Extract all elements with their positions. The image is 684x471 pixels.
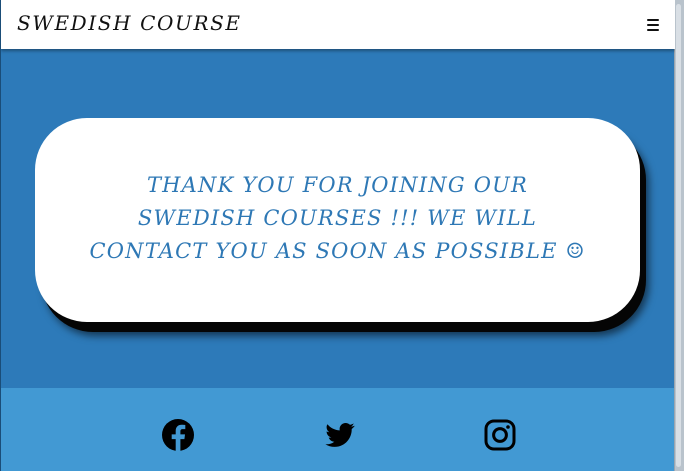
instagram-link[interactable] bbox=[483, 418, 517, 452]
hamburger-menu-icon-middle bbox=[647, 24, 659, 26]
facebook-icon bbox=[162, 419, 194, 451]
scrollbar-thumb[interactable] bbox=[676, 4, 681, 467]
vertical-scrollbar[interactable] bbox=[674, 0, 684, 471]
hamburger-menu-icon bbox=[647, 19, 659, 21]
page-frame: SWEDISH COURSE THANK YOU FOR JOINING OUR… bbox=[0, 0, 675, 471]
main-content: THANK YOU FOR JOINING OUR SWEDISH COURSE… bbox=[1, 49, 675, 388]
facebook-link[interactable] bbox=[161, 418, 195, 452]
hamburger-menu-icon-bottom bbox=[647, 29, 659, 31]
twitter-link[interactable] bbox=[323, 418, 357, 452]
instagram-icon bbox=[484, 419, 516, 451]
menu-button[interactable] bbox=[645, 17, 661, 33]
thank-you-card: THANK YOU FOR JOINING OUR SWEDISH COURSE… bbox=[35, 118, 640, 322]
footer bbox=[1, 388, 675, 471]
twitter-icon bbox=[325, 423, 355, 447]
navbar: SWEDISH COURSE bbox=[1, 0, 675, 49]
thank-you-message: THANK YOU FOR JOINING OUR SWEDISH COURSE… bbox=[89, 172, 586, 263]
brand-title[interactable]: SWEDISH COURSE bbox=[17, 11, 242, 35]
